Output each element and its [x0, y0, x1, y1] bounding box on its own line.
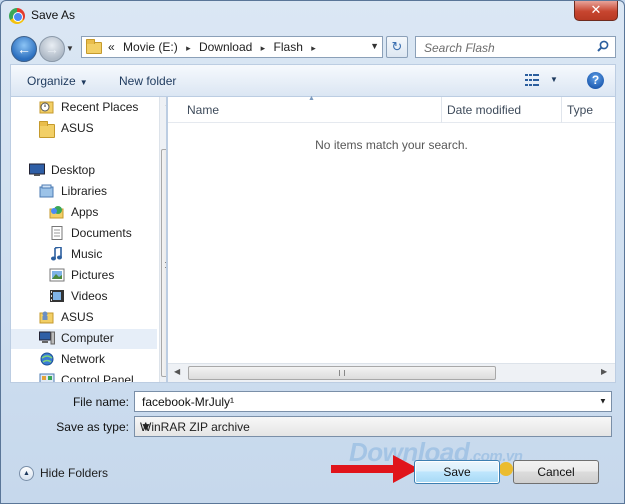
- folder-icon: [86, 39, 102, 54]
- breadcrumb: « Movie (E:) ▸ Download ▸ Flash ▸: [108, 40, 321, 54]
- title-bar[interactable]: Save As ✕: [1, 1, 624, 31]
- search-icon[interactable]: [597, 40, 609, 52]
- file-name-input[interactable]: [140, 394, 580, 410]
- save-as-type-select[interactable]: WinRAR ZIP archive ▼: [134, 416, 612, 437]
- column-header-name[interactable]: Name: [187, 103, 219, 117]
- nav-item-music[interactable]: Music: [49, 245, 157, 265]
- column-divider[interactable]: [441, 97, 442, 123]
- recent-locations-dropdown[interactable]: ▼: [66, 44, 74, 53]
- forward-button[interactable]: →: [39, 36, 65, 62]
- column-header-date-modified[interactable]: Date modified: [447, 103, 521, 117]
- nav-item-control-panel[interactable]: Control Panel: [39, 371, 157, 382]
- chevron-right-icon[interactable]: ▸: [186, 43, 191, 53]
- folder-icon: [39, 121, 55, 138]
- user-folder-icon: [39, 311, 54, 324]
- documents-icon: [51, 226, 63, 240]
- nav-item-apps[interactable]: Apps: [49, 203, 157, 223]
- breadcrumb-item-flash[interactable]: Flash: [274, 40, 303, 54]
- nav-vertical-scrollbar[interactable]: ▲: [159, 97, 166, 382]
- cancel-button[interactable]: Cancel: [513, 460, 599, 484]
- sort-ascending-icon: ▲: [308, 95, 315, 102]
- save-button[interactable]: Save: [414, 460, 500, 484]
- computer-icon: [39, 331, 55, 345]
- save-as-dialog: Save As ✕ ← → ▼ « Movie (E:) ▸ Download …: [0, 0, 625, 504]
- nav-item-asus-user[interactable]: ASUS: [39, 308, 157, 328]
- nav-item-documents[interactable]: Documents: [49, 224, 157, 244]
- view-options-dropdown[interactable]: ▼: [550, 75, 558, 84]
- nav-item-pictures[interactable]: Pictures: [49, 266, 157, 286]
- navigation-pane: Recent Places ASUS Desktop Libraries App…: [10, 96, 167, 383]
- column-divider[interactable]: [561, 97, 562, 123]
- nav-item-recent-places[interactable]: Recent Places: [39, 98, 157, 118]
- command-bar: Organize ▼ New folder ▼ ?: [10, 64, 616, 96]
- nav-item-asus[interactable]: ASUS: [39, 119, 157, 139]
- close-button[interactable]: ✕: [574, 1, 618, 21]
- column-header-type[interactable]: Type: [567, 103, 593, 117]
- breadcrumb-item-download[interactable]: Download: [199, 40, 252, 54]
- breadcrumb-item-movie[interactable]: Movie (E:): [123, 40, 178, 54]
- chevron-down-icon: ▼: [79, 78, 88, 87]
- scroll-left-icon[interactable]: ◀: [174, 367, 180, 376]
- grip-icon: [339, 370, 345, 376]
- breadcrumb-overflow[interactable]: «: [108, 40, 115, 54]
- help-icon[interactable]: ?: [587, 72, 604, 89]
- search-input[interactable]: [422, 40, 592, 56]
- nav-item-network[interactable]: Network: [39, 350, 157, 370]
- address-bar[interactable]: « Movie (E:) ▸ Download ▸ Flash ▸ ▼: [81, 36, 383, 58]
- desktop-icon: [29, 163, 45, 176]
- chevron-down-icon[interactable]: ▼: [370, 41, 379, 51]
- file-name-label: File name:: [72, 395, 129, 409]
- chevron-right-icon[interactable]: ▸: [311, 43, 316, 53]
- view-details-icon[interactable]: [525, 74, 539, 86]
- hide-folders-label: Hide Folders: [40, 466, 109, 480]
- chevron-down-icon[interactable]: ▼: [140, 420, 607, 434]
- file-list-pane[interactable]: ▲ Name Date modified Type No items match…: [167, 95, 616, 383]
- control-panel-icon: [39, 373, 55, 382]
- hide-folders-button[interactable]: ▲ Hide Folders: [19, 466, 109, 482]
- organize-label: Organize: [27, 74, 76, 88]
- annotation-arrow-icon: [331, 455, 419, 483]
- file-name-combobox[interactable]: ▲: [134, 391, 612, 412]
- organize-menu[interactable]: Organize ▼: [27, 74, 88, 88]
- libraries-icon: [39, 184, 54, 198]
- nav-item-videos[interactable]: Videos: [49, 287, 157, 307]
- scroll-right-icon[interactable]: ▶: [601, 367, 607, 376]
- nav-item-computer[interactable]: Computer: [11, 329, 157, 349]
- save-as-type-label: Save as type:: [56, 420, 129, 434]
- new-folder-button[interactable]: New folder: [119, 74, 176, 88]
- network-icon: [40, 352, 54, 366]
- chevron-right-icon[interactable]: ▸: [261, 43, 266, 53]
- nav-item-libraries[interactable]: Libraries: [39, 182, 157, 202]
- search-box[interactable]: [415, 36, 616, 58]
- videos-icon: [50, 290, 64, 302]
- back-button[interactable]: ←: [11, 36, 37, 62]
- window-title: Save As: [31, 8, 76, 22]
- nav-item-desktop[interactable]: Desktop: [29, 161, 157, 181]
- empty-message: No items match your search.: [315, 138, 468, 152]
- apps-icon: [49, 206, 64, 219]
- chrome-icon: [9, 8, 25, 24]
- column-header-row: ▲ Name Date modified Type: [168, 95, 615, 123]
- music-icon: [51, 247, 62, 261]
- refresh-button[interactable]: ↻: [386, 36, 408, 58]
- chevron-up-icon: ▲: [19, 466, 34, 482]
- file-list-horizontal-scrollbar[interactable]: ◀ ▶: [168, 363, 615, 382]
- recent-places-icon: [39, 101, 54, 114]
- chevron-down-icon[interactable]: ▲: [599, 397, 607, 406]
- scroll-thumb[interactable]: [188, 366, 496, 380]
- pictures-icon: [49, 268, 65, 282]
